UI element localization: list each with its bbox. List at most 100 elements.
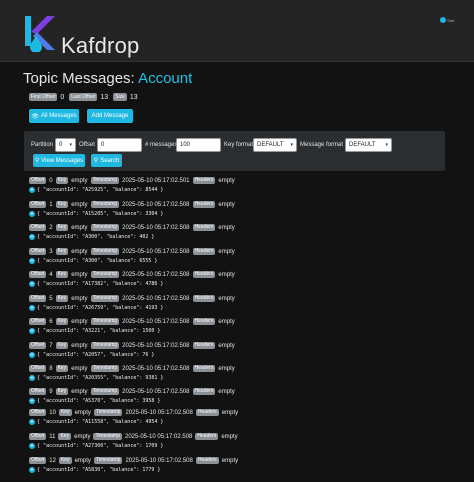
message-format-select[interactable]: DEFAULT ▾ xyxy=(345,138,392,152)
message-meta: Offset 5 Key empty Timestamp 2025-05-10 05:17… xyxy=(29,294,459,303)
offset-badge: Offset xyxy=(29,388,47,395)
message-headers: empty xyxy=(218,271,235,278)
search-icon: ⚲ xyxy=(34,158,40,164)
message-value-row: +{ "accountId": "A11558", "balance": 495… xyxy=(29,418,459,426)
message-value-row: +{ "accountId": "A25925", "balance": 854… xyxy=(29,186,459,194)
offset-input[interactable]: 0 xyxy=(97,138,142,152)
message-offset: 9 xyxy=(49,388,53,395)
message-row: Offset 12 Key empty Timestamp 2025-05-10 05:1… xyxy=(29,456,459,474)
message-timestamp: 2025-05-10 05:17:02.508 xyxy=(122,365,190,372)
view-messages-label: View Messages xyxy=(41,157,84,164)
message-headers: empty xyxy=(218,177,235,184)
first-offset-value: 0 xyxy=(60,93,65,101)
message-key: empty xyxy=(74,457,91,464)
message-row: Offset 5 Key empty Timestamp 2025-05-10 05:17… xyxy=(29,294,459,312)
message-offset: 4 xyxy=(49,271,53,278)
message-row: Offset 6 Key empty Timestamp 2025-05-10 05:17… xyxy=(29,317,459,335)
key-badge: Key xyxy=(55,295,69,302)
message-row: Offset 9 Key empty Timestamp 2025-05-10 05:17… xyxy=(29,387,459,405)
headers-badge: Headers xyxy=(192,342,216,349)
all-messages-button[interactable]: 👁 All Messages xyxy=(29,109,79,123)
key-format-select[interactable]: DEFAULT ▾ xyxy=(253,138,297,152)
all-messages-label: All Messages xyxy=(40,113,77,119)
message-key: empty xyxy=(74,409,91,416)
offset-badge: Offset xyxy=(29,457,47,464)
headers-badge: Headers xyxy=(195,409,219,416)
message-meta: Offset 6 Key empty Timestamp 2025-05-10 05:17… xyxy=(29,317,459,326)
expand-plus-icon[interactable]: + xyxy=(29,375,35,381)
message-row: Offset 7 Key empty Timestamp 2025-05-10 05:17… xyxy=(29,341,459,359)
message-value-row: +{ "accountId": "A27300", "balance": 170… xyxy=(29,442,459,450)
message-key: empty xyxy=(71,342,88,349)
message-key: empty xyxy=(71,271,88,278)
message-value: { "accountId": "A20355", "balance": 9381… xyxy=(37,375,164,381)
add-message-button[interactable]: Add Message xyxy=(87,109,133,123)
messages-count-input[interactable]: 100 xyxy=(176,138,221,152)
message-value: { "accountId": "A5370", "balance": 3958 … xyxy=(37,398,161,404)
headers-badge: Headers xyxy=(192,177,216,184)
message-value: { "accountId": "A3221", "balance": 1500 … xyxy=(37,328,161,334)
key-badge: Key xyxy=(58,409,72,416)
message-key: empty xyxy=(71,388,88,395)
expand-plus-icon[interactable]: + xyxy=(29,419,35,425)
message-meta: Offset 4 Key empty Timestamp 2025-05-10 05:17… xyxy=(29,270,459,279)
search-button[interactable]: ⚲ Search xyxy=(91,154,122,167)
message-timestamp: 2025-05-10 05:17:02.508 xyxy=(125,433,193,440)
kafdrop-logo-icon[interactable] xyxy=(23,14,57,52)
timestamp-badge: Timestamp xyxy=(90,342,120,349)
timestamp-badge: Timestamp xyxy=(90,201,120,208)
chevron-down-icon: ▾ xyxy=(385,142,388,148)
key-badge: Key xyxy=(55,224,69,231)
message-value-row: +{ "accountId": "A20355", "balance": 938… xyxy=(29,374,459,382)
expand-plus-icon[interactable]: + xyxy=(29,211,35,217)
chevron-down-icon: ▾ xyxy=(290,142,293,148)
timestamp-badge: Timestamp xyxy=(93,409,123,416)
offset-badge: Offset xyxy=(29,201,47,208)
app-name[interactable]: Kafdrop xyxy=(61,33,139,59)
github-star[interactable]: Star xyxy=(440,17,454,23)
message-timestamp: 2025-05-10 05:17:02.508 xyxy=(125,409,193,416)
expand-plus-icon[interactable]: + xyxy=(29,328,35,334)
expand-plus-icon[interactable]: + xyxy=(29,258,35,264)
view-messages-button[interactable]: ⚲ View Messages xyxy=(33,154,85,167)
size-badge: Size xyxy=(113,93,127,101)
message-meta: Offset 0 Key empty Timestamp 2025-05-10 05:17… xyxy=(29,176,459,185)
offset-badge: Offset xyxy=(29,248,47,255)
messages-count-value: 100 xyxy=(180,142,191,148)
expand-plus-icon[interactable]: + xyxy=(29,187,35,193)
message-headers: empty xyxy=(218,224,235,231)
expand-plus-icon[interactable]: + xyxy=(29,467,35,473)
message-headers: empty xyxy=(218,201,235,208)
message-row: Offset 8 Key empty Timestamp 2025-05-10 05:17… xyxy=(29,364,459,382)
message-key: empty xyxy=(71,248,88,255)
expand-plus-icon[interactable]: + xyxy=(29,305,35,311)
key-badge: Key xyxy=(58,433,72,440)
message-timestamp: 2025-05-10 05:17:02.508 xyxy=(122,388,190,395)
message-value-row: +{ "accountId": "A300", "balance": 402 } xyxy=(29,233,459,241)
key-badge: Key xyxy=(55,248,69,255)
expand-plus-icon[interactable]: + xyxy=(29,398,35,404)
message-timestamp: 2025-05-10 05:17:02.508 xyxy=(122,295,190,302)
message-offset: 3 xyxy=(49,248,53,255)
offset-badge: Offset xyxy=(29,177,47,184)
message-row: Offset 0 Key empty Timestamp 2025-05-10 05:17… xyxy=(29,176,459,194)
message-offset: 8 xyxy=(49,365,53,372)
partition-select[interactable]: 0 ▾ xyxy=(55,138,76,152)
key-badge: Key xyxy=(55,177,69,184)
size-value: 13 xyxy=(129,93,138,101)
message-row: Offset 1 Key empty Timestamp 2025-05-10 05:17… xyxy=(29,200,459,218)
offset-stats: First Offset 0 Last Offset 13 Size 13 xyxy=(29,93,140,101)
message-value: { "accountId": "A2057", "balance": 76 } xyxy=(37,352,155,358)
message-value: { "accountId": "A15205", "balance": 3304… xyxy=(37,211,164,217)
key-format-value: DEFAULT xyxy=(257,142,284,148)
expand-plus-icon[interactable]: + xyxy=(29,234,35,240)
timestamp-badge: Timestamp xyxy=(90,177,120,184)
expand-plus-icon[interactable]: + xyxy=(29,352,35,358)
expand-plus-icon[interactable]: + xyxy=(29,443,35,449)
expand-plus-icon[interactable]: + xyxy=(29,281,35,287)
key-badge: Key xyxy=(55,342,69,349)
topic-name-link[interactable]: Account xyxy=(138,70,192,87)
message-offset: 0 xyxy=(49,177,53,184)
message-meta: Offset 7 Key empty Timestamp 2025-05-10 05:17… xyxy=(29,341,459,350)
page-title: Topic Messages: Account xyxy=(23,70,192,87)
